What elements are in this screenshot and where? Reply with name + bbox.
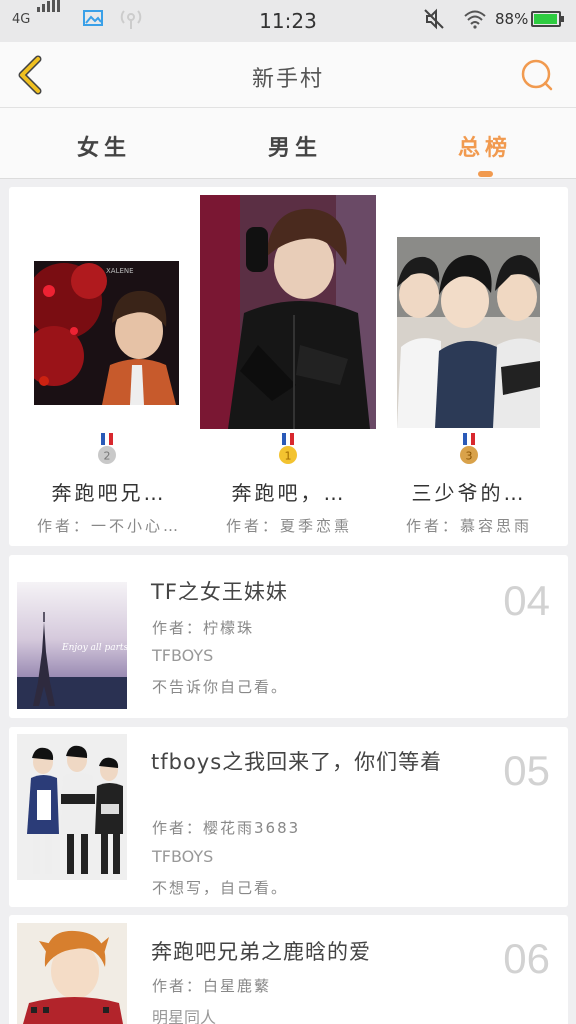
svg-text:XALENE: XALENE xyxy=(106,267,134,275)
active-tab-indicator xyxy=(478,171,493,177)
podium-title-3[interactable]: 三少爷的… xyxy=(389,477,549,506)
book-author: 作者：柠檬珠 xyxy=(152,619,255,637)
status-bar: 4G 11:23 88% xyxy=(0,0,576,42)
book-category: TFBOYS xyxy=(152,646,214,665)
book-category: 明星同人 xyxy=(152,1008,217,1024)
book-title: 奔跑吧兄弟之鹿晗的爱 xyxy=(151,940,371,964)
battery-icon xyxy=(531,11,561,27)
book-description: 不想写，自己看。 xyxy=(152,879,289,897)
list-item[interactable]: Enjoy all parts TF之女王妹妹 作者：柠檬珠 TFBOYS 不告… xyxy=(9,555,568,718)
book-title: tfboys之我回来了，你们等着 xyxy=(151,750,443,774)
category-tabs: 女生 男生 总榜 xyxy=(0,108,576,179)
podium-title-1[interactable]: 奔跑吧，… xyxy=(209,477,369,506)
clock: 11:23 xyxy=(259,9,317,33)
rank-number: 05 xyxy=(503,747,550,794)
mute-icon xyxy=(424,8,444,30)
bronze-medal-icon: 3 xyxy=(460,433,478,464)
book-title: TF之女王妹妹 xyxy=(151,580,288,604)
rank-number: 04 xyxy=(503,577,550,624)
podium-cover-2[interactable]: XALENE xyxy=(34,261,179,405)
battery-percent: 88% xyxy=(495,10,529,28)
book-author: 作者：樱花雨3683 xyxy=(152,819,301,837)
svg-text:3: 3 xyxy=(466,450,473,463)
app-header: 新手村 xyxy=(0,42,576,108)
book-cover: Enjoy all parts xyxy=(17,582,127,709)
book-cover xyxy=(17,734,127,880)
gold-medal-icon: 1 xyxy=(279,433,297,464)
book-author: 作者：白星鹿蘩 xyxy=(152,977,272,995)
battery-tip xyxy=(561,16,564,22)
book-category: TFBOYS xyxy=(152,847,214,866)
podium-author-2: 作者：一不小心… xyxy=(36,517,181,535)
tab-girls[interactable]: 女生 xyxy=(77,130,131,162)
svg-text:2: 2 xyxy=(104,450,111,463)
list-item[interactable]: tfboys之我回来了，你们等着 作者：樱花雨3683 TFBOYS 不想写，自… xyxy=(9,727,568,907)
page-title: 新手村 xyxy=(251,67,324,92)
rank-number: 06 xyxy=(503,935,550,982)
top-three-panel: XALENE 2 1 3 奔跑吧兄… 奔跑吧，… 三少爷的… 作者：一不小心… … xyxy=(9,187,568,546)
podium-cover-1[interactable] xyxy=(200,195,376,429)
wifi-icon xyxy=(464,10,486,29)
book-cover xyxy=(17,923,127,1024)
tab-boys[interactable]: 男生 xyxy=(268,130,322,162)
svg-text:1: 1 xyxy=(285,450,292,463)
list-item[interactable]: 奔跑吧兄弟之鹿晗的爱 作者：白星鹿蘩 明星同人 06 xyxy=(9,915,568,1024)
search-icon[interactable] xyxy=(518,56,556,94)
podium-author-1: 作者：夏季恋熏 xyxy=(225,517,352,535)
silver-medal-icon: 2 xyxy=(98,433,116,464)
tab-overall[interactable]: 总榜 xyxy=(458,130,512,162)
podium-title-2[interactable]: 奔跑吧兄… xyxy=(29,477,189,506)
book-description: 不告诉你自己看。 xyxy=(152,678,289,696)
cover-script-text: Enjoy all parts xyxy=(61,643,127,653)
podium-author-3: 作者：慕容思雨 xyxy=(405,517,532,535)
podium-cover-3[interactable] xyxy=(397,237,540,428)
